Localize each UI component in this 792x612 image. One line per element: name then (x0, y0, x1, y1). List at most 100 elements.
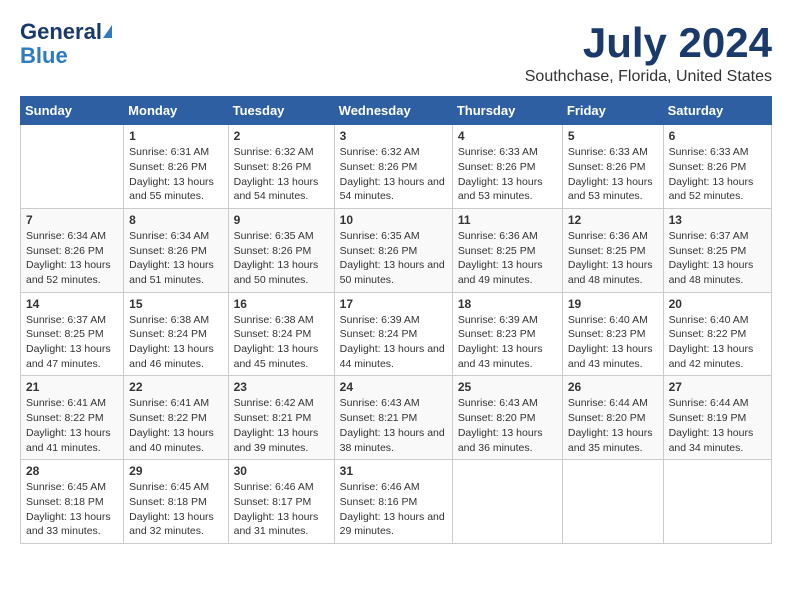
day-number: 20 (669, 297, 766, 311)
day-number: 6 (669, 129, 766, 143)
day-number: 8 (129, 213, 222, 227)
day-number: 23 (234, 380, 329, 394)
day-number: 3 (340, 129, 447, 143)
table-row: 25 Sunrise: 6:43 AM Sunset: 8:20 PM Dayl… (452, 376, 562, 460)
day-number: 5 (568, 129, 658, 143)
cell-content: Sunrise: 6:45 AM Sunset: 8:18 PM Dayligh… (129, 480, 222, 539)
table-row (562, 460, 663, 544)
table-row: 29 Sunrise: 6:45 AM Sunset: 8:18 PM Dayl… (124, 460, 228, 544)
cell-content: Sunrise: 6:33 AM Sunset: 8:26 PM Dayligh… (568, 145, 658, 204)
cell-content: Sunrise: 6:33 AM Sunset: 8:26 PM Dayligh… (669, 145, 766, 204)
cell-content: Sunrise: 6:32 AM Sunset: 8:26 PM Dayligh… (340, 145, 447, 204)
cell-content: Sunrise: 6:44 AM Sunset: 8:20 PM Dayligh… (568, 396, 658, 455)
cell-content: Sunrise: 6:38 AM Sunset: 8:24 PM Dayligh… (234, 313, 329, 372)
sunrise-text: Sunrise: 6:43 AM (458, 396, 557, 411)
table-row: 30 Sunrise: 6:46 AM Sunset: 8:17 PM Dayl… (228, 460, 334, 544)
daylight-text: Daylight: 13 hours and 48 minutes. (568, 258, 658, 287)
sunset-text: Sunset: 8:26 PM (234, 160, 329, 175)
header-saturday: Saturday (663, 97, 771, 125)
daylight-text: Daylight: 13 hours and 43 minutes. (458, 342, 557, 371)
table-row: 15 Sunrise: 6:38 AM Sunset: 8:24 PM Dayl… (124, 292, 228, 376)
cell-content: Sunrise: 6:39 AM Sunset: 8:24 PM Dayligh… (340, 313, 447, 372)
sunrise-text: Sunrise: 6:35 AM (234, 229, 329, 244)
table-row (452, 460, 562, 544)
daylight-text: Daylight: 13 hours and 55 minutes. (129, 175, 222, 204)
sunset-text: Sunset: 8:25 PM (669, 244, 766, 259)
sunset-text: Sunset: 8:18 PM (129, 495, 222, 510)
day-number: 21 (26, 380, 118, 394)
day-number: 15 (129, 297, 222, 311)
cell-content: Sunrise: 6:43 AM Sunset: 8:21 PM Dayligh… (340, 396, 447, 455)
logo-general-text: General (20, 20, 102, 44)
sunset-text: Sunset: 8:26 PM (568, 160, 658, 175)
day-number: 4 (458, 129, 557, 143)
sunrise-text: Sunrise: 6:43 AM (340, 396, 447, 411)
sunrise-text: Sunrise: 6:32 AM (234, 145, 329, 160)
day-number: 17 (340, 297, 447, 311)
sunset-text: Sunset: 8:26 PM (340, 244, 447, 259)
sunset-text: Sunset: 8:26 PM (26, 244, 118, 259)
header-wednesday: Wednesday (334, 97, 452, 125)
daylight-text: Daylight: 13 hours and 51 minutes. (129, 258, 222, 287)
day-number: 22 (129, 380, 222, 394)
day-number: 2 (234, 129, 329, 143)
cell-content: Sunrise: 6:45 AM Sunset: 8:18 PM Dayligh… (26, 480, 118, 539)
table-row: 16 Sunrise: 6:38 AM Sunset: 8:24 PM Dayl… (228, 292, 334, 376)
table-row: 18 Sunrise: 6:39 AM Sunset: 8:23 PM Dayl… (452, 292, 562, 376)
sunset-text: Sunset: 8:21 PM (234, 411, 329, 426)
table-row: 10 Sunrise: 6:35 AM Sunset: 8:26 PM Dayl… (334, 208, 452, 292)
daylight-text: Daylight: 13 hours and 44 minutes. (340, 342, 447, 371)
table-row: 13 Sunrise: 6:37 AM Sunset: 8:25 PM Dayl… (663, 208, 771, 292)
sunset-text: Sunset: 8:16 PM (340, 495, 447, 510)
calendar-week-row: 7 Sunrise: 6:34 AM Sunset: 8:26 PM Dayli… (21, 208, 772, 292)
cell-content: Sunrise: 6:36 AM Sunset: 8:25 PM Dayligh… (568, 229, 658, 288)
calendar-week-row: 28 Sunrise: 6:45 AM Sunset: 8:18 PM Dayl… (21, 460, 772, 544)
table-row: 24 Sunrise: 6:43 AM Sunset: 8:21 PM Dayl… (334, 376, 452, 460)
sunrise-text: Sunrise: 6:36 AM (458, 229, 557, 244)
day-number: 12 (568, 213, 658, 227)
page-title: July 2024 (525, 20, 772, 66)
logo: General Blue (20, 20, 112, 68)
table-row: 5 Sunrise: 6:33 AM Sunset: 8:26 PM Dayli… (562, 125, 663, 209)
sunset-text: Sunset: 8:26 PM (129, 244, 222, 259)
daylight-text: Daylight: 13 hours and 53 minutes. (568, 175, 658, 204)
cell-content: Sunrise: 6:39 AM Sunset: 8:23 PM Dayligh… (458, 313, 557, 372)
daylight-text: Daylight: 13 hours and 39 minutes. (234, 426, 329, 455)
sunrise-text: Sunrise: 6:37 AM (26, 313, 118, 328)
sunset-text: Sunset: 8:17 PM (234, 495, 329, 510)
sunrise-text: Sunrise: 6:44 AM (568, 396, 658, 411)
cell-content: Sunrise: 6:40 AM Sunset: 8:22 PM Dayligh… (669, 313, 766, 372)
day-number: 18 (458, 297, 557, 311)
cell-content: Sunrise: 6:37 AM Sunset: 8:25 PM Dayligh… (26, 313, 118, 372)
sunrise-text: Sunrise: 6:38 AM (129, 313, 222, 328)
cell-content: Sunrise: 6:44 AM Sunset: 8:19 PM Dayligh… (669, 396, 766, 455)
sunrise-text: Sunrise: 6:41 AM (26, 396, 118, 411)
sunset-text: Sunset: 8:25 PM (26, 327, 118, 342)
daylight-text: Daylight: 13 hours and 45 minutes. (234, 342, 329, 371)
table-row: 27 Sunrise: 6:44 AM Sunset: 8:19 PM Dayl… (663, 376, 771, 460)
daylight-text: Daylight: 13 hours and 48 minutes. (669, 258, 766, 287)
table-row: 2 Sunrise: 6:32 AM Sunset: 8:26 PM Dayli… (228, 125, 334, 209)
table-row: 11 Sunrise: 6:36 AM Sunset: 8:25 PM Dayl… (452, 208, 562, 292)
sunrise-text: Sunrise: 6:36 AM (568, 229, 658, 244)
cell-content: Sunrise: 6:37 AM Sunset: 8:25 PM Dayligh… (669, 229, 766, 288)
daylight-text: Daylight: 13 hours and 36 minutes. (458, 426, 557, 455)
table-row: 9 Sunrise: 6:35 AM Sunset: 8:26 PM Dayli… (228, 208, 334, 292)
sunset-text: Sunset: 8:26 PM (340, 160, 447, 175)
table-row: 17 Sunrise: 6:39 AM Sunset: 8:24 PM Dayl… (334, 292, 452, 376)
table-row: 4 Sunrise: 6:33 AM Sunset: 8:26 PM Dayli… (452, 125, 562, 209)
sunrise-text: Sunrise: 6:45 AM (129, 480, 222, 495)
header-sunday: Sunday (21, 97, 124, 125)
calendar-week-row: 21 Sunrise: 6:41 AM Sunset: 8:22 PM Dayl… (21, 376, 772, 460)
cell-content: Sunrise: 6:32 AM Sunset: 8:26 PM Dayligh… (234, 145, 329, 204)
day-number: 28 (26, 464, 118, 478)
sunrise-text: Sunrise: 6:41 AM (129, 396, 222, 411)
cell-content: Sunrise: 6:43 AM Sunset: 8:20 PM Dayligh… (458, 396, 557, 455)
daylight-text: Daylight: 13 hours and 41 minutes. (26, 426, 118, 455)
daylight-text: Daylight: 13 hours and 34 minutes. (669, 426, 766, 455)
sunset-text: Sunset: 8:19 PM (669, 411, 766, 426)
sunrise-text: Sunrise: 6:39 AM (340, 313, 447, 328)
day-number: 10 (340, 213, 447, 227)
sunset-text: Sunset: 8:20 PM (568, 411, 658, 426)
table-row: 23 Sunrise: 6:42 AM Sunset: 8:21 PM Dayl… (228, 376, 334, 460)
